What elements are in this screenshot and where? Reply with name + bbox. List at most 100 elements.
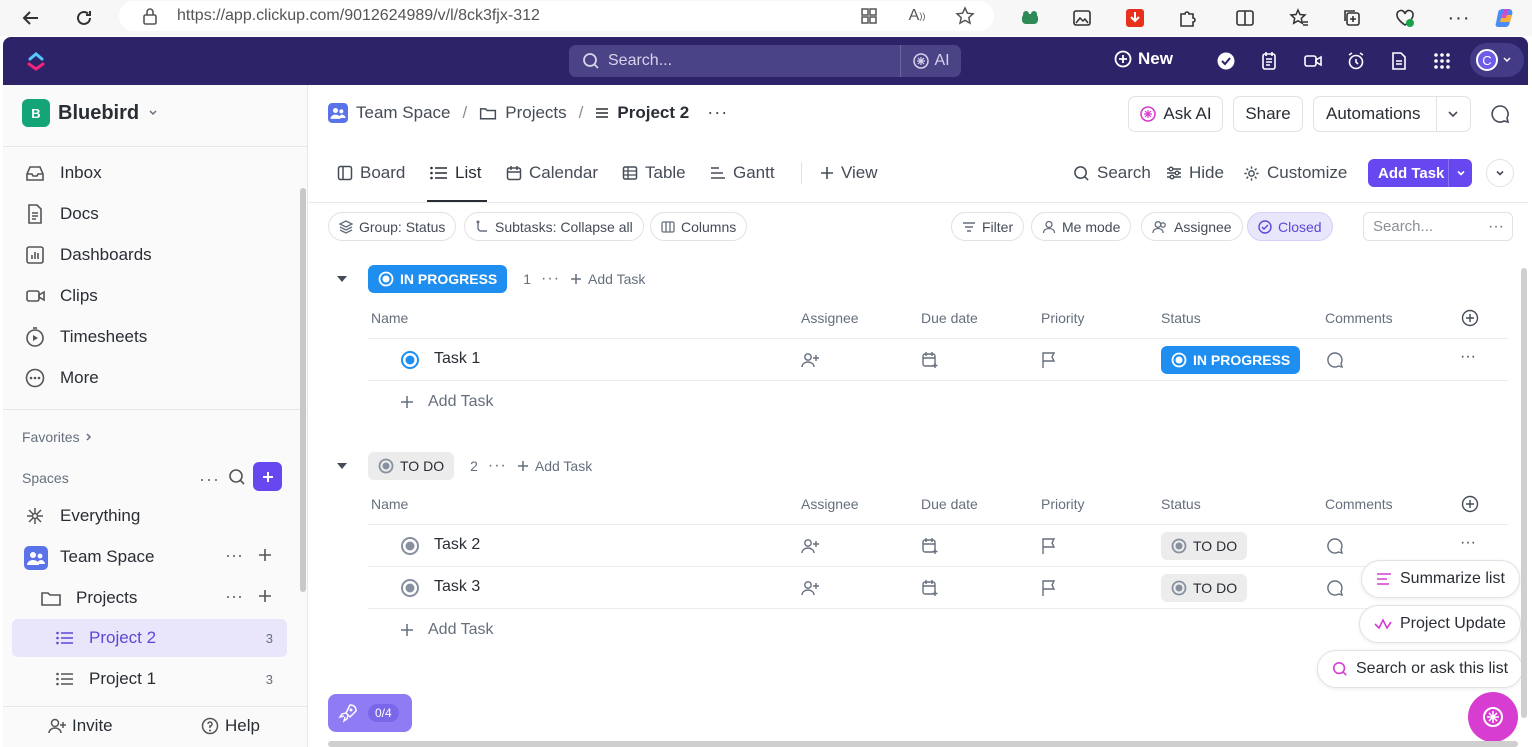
comment-icon[interactable] (1326, 351, 1344, 369)
column-header-name[interactable]: Name (371, 496, 408, 512)
workspace-switcher[interactable]: B Bluebird (22, 99, 159, 127)
add-assignee-icon[interactable] (801, 351, 819, 369)
due-date-icon[interactable] (921, 537, 939, 555)
column-header-comments[interactable]: Comments (1325, 310, 1393, 326)
column-header-assignee[interactable]: Assignee (801, 310, 859, 326)
clickup-logo-icon[interactable] (24, 49, 48, 73)
tab-table[interactable]: Table (622, 163, 686, 183)
image-icon[interactable] (1067, 3, 1097, 33)
invite-button[interactable]: Invite (48, 716, 113, 736)
split-screen-icon[interactable] (1230, 3, 1260, 33)
customize-button[interactable]: Customize (1243, 163, 1347, 183)
group-more-icon[interactable]: ··· (541, 270, 560, 288)
todo-icon[interactable] (400, 578, 420, 598)
puzzle-icon[interactable] (1172, 3, 1202, 33)
star-icon[interactable] (950, 1, 980, 31)
group-status-chip[interactable]: Group: Status (328, 212, 457, 241)
add-view-button[interactable]: View (820, 163, 878, 183)
hide-button[interactable]: Hide (1166, 163, 1224, 183)
column-header-status[interactable]: Status (1161, 310, 1201, 326)
search-ask-list-button[interactable]: Search or ask this list (1317, 650, 1524, 688)
table-row[interactable]: Task 2 TO DO ··· (368, 525, 1508, 567)
ai-search-button[interactable]: AI (900, 45, 961, 77)
project-update-button[interactable]: Project Update (1359, 605, 1521, 643)
ask-ai-button[interactable]: Ask AI (1128, 96, 1223, 132)
add-space-button[interactable] (253, 462, 282, 491)
sidebar-item-everything[interactable]: Everything (24, 505, 140, 527)
ai-assistant-fab[interactable] (1468, 692, 1518, 742)
sidebar-item-inbox[interactable]: Inbox (24, 162, 102, 184)
sidebar-item-team-space[interactable]: Team Space (24, 546, 155, 570)
spaces-more-icon[interactable]: ··· (199, 469, 220, 490)
closed-chip[interactable]: Closed (1247, 212, 1333, 241)
check-circle-icon[interactable] (1214, 49, 1238, 73)
collapse-caret-icon[interactable] (336, 460, 348, 472)
sidebar-item-more[interactable]: More (24, 367, 99, 389)
group-add-task-button[interactable]: Add Task (517, 458, 592, 474)
add-column-icon[interactable] (1461, 309, 1479, 327)
task-status-badge[interactable]: IN PROGRESS (1161, 346, 1301, 374)
column-header-status[interactable]: Status (1161, 496, 1201, 512)
add-task-row[interactable]: Add Task (400, 393, 494, 411)
column-header-comments[interactable]: Comments (1325, 496, 1393, 512)
list-more-icon[interactable]: ··· (707, 102, 728, 123)
column-header-priority[interactable]: Priority (1041, 310, 1085, 326)
add-assignee-icon[interactable] (801, 579, 819, 597)
sidebar-list-project-1[interactable]: Project 1 3 (12, 660, 287, 698)
collections-icon[interactable] (1337, 3, 1367, 33)
collapse-caret-icon[interactable] (336, 273, 348, 285)
assignee-chip[interactable]: Assignee (1141, 212, 1243, 241)
add-assignee-icon[interactable] (801, 537, 819, 555)
add-task-button[interactable]: Add Task (1368, 159, 1472, 187)
task-status-badge[interactable]: TO DO (1161, 574, 1248, 602)
favorites-section[interactable]: Favorites (22, 429, 94, 445)
address-bar[interactable]: https://app.clickup.com/9012624989/v/l/8… (119, 1, 994, 31)
breadcrumb-space[interactable]: Team Space (356, 103, 451, 123)
sidebar-item-clips[interactable]: Clips (24, 285, 98, 307)
chat-icon[interactable] (1490, 104, 1510, 124)
me-mode-chip[interactable]: Me mode (1031, 212, 1132, 241)
tab-gantt[interactable]: Gantt (710, 163, 775, 183)
columns-chip[interactable]: Columns (650, 212, 748, 241)
column-header-due-date[interactable]: Due date (921, 310, 978, 326)
share-button[interactable]: Share (1233, 96, 1303, 132)
global-search[interactable]: Search... AI (569, 45, 961, 77)
breadcrumb-list[interactable]: Project 2 (617, 103, 689, 123)
task-status-badge[interactable]: TO DO (1161, 532, 1248, 560)
back-icon[interactable] (16, 3, 46, 33)
refresh-icon[interactable] (69, 3, 99, 33)
spaces-search-icon[interactable] (228, 468, 246, 486)
document-icon[interactable] (1387, 49, 1411, 73)
apps-grid-icon[interactable] (854, 1, 884, 31)
subtasks-chip[interactable]: Subtasks: Collapse all (464, 212, 644, 241)
due-date-icon[interactable] (921, 351, 939, 369)
chevron-down-icon[interactable] (1449, 167, 1467, 179)
status-badge[interactable]: IN PROGRESS (368, 265, 508, 293)
projects-more-icon[interactable]: ··· (225, 586, 243, 607)
tab-list[interactable]: List (430, 163, 481, 183)
filter-chip[interactable]: Filter (951, 212, 1025, 241)
extension-frog-icon[interactable] (1015, 3, 1045, 33)
comment-icon[interactable] (1326, 537, 1344, 555)
sidebar-item-timesheets[interactable]: Timesheets (24, 326, 147, 348)
sidebar-scrollbar[interactable] (300, 188, 306, 592)
user-avatar-menu[interactable]: C (1470, 43, 1524, 77)
row-more-icon[interactable]: ··· (1460, 534, 1476, 552)
alarm-clock-icon[interactable] (1344, 49, 1368, 73)
tab-board[interactable]: Board (337, 163, 405, 183)
favorites-icon[interactable] (1284, 3, 1314, 33)
table-row[interactable]: Task 1 IN PROGRESS ··· (368, 339, 1508, 381)
comment-icon[interactable] (1326, 579, 1344, 597)
health-icon[interactable] (1390, 3, 1420, 33)
help-button[interactable]: Help (201, 716, 260, 736)
view-search-button[interactable]: Search (1073, 163, 1151, 183)
more-icon[interactable]: ··· (1488, 218, 1504, 236)
team-space-more-icon[interactable]: ··· (225, 545, 243, 566)
sidebar-list-project-2[interactable]: Project 2 3 (12, 619, 287, 657)
projects-add-icon[interactable] (258, 589, 272, 603)
notepad-icon[interactable] (1257, 49, 1281, 73)
status-badge[interactable]: TO DO (368, 452, 455, 480)
task-name[interactable]: Task 2 (434, 536, 480, 554)
add-column-icon[interactable] (1461, 495, 1479, 513)
summarize-list-button[interactable]: Summarize list (1361, 560, 1520, 598)
